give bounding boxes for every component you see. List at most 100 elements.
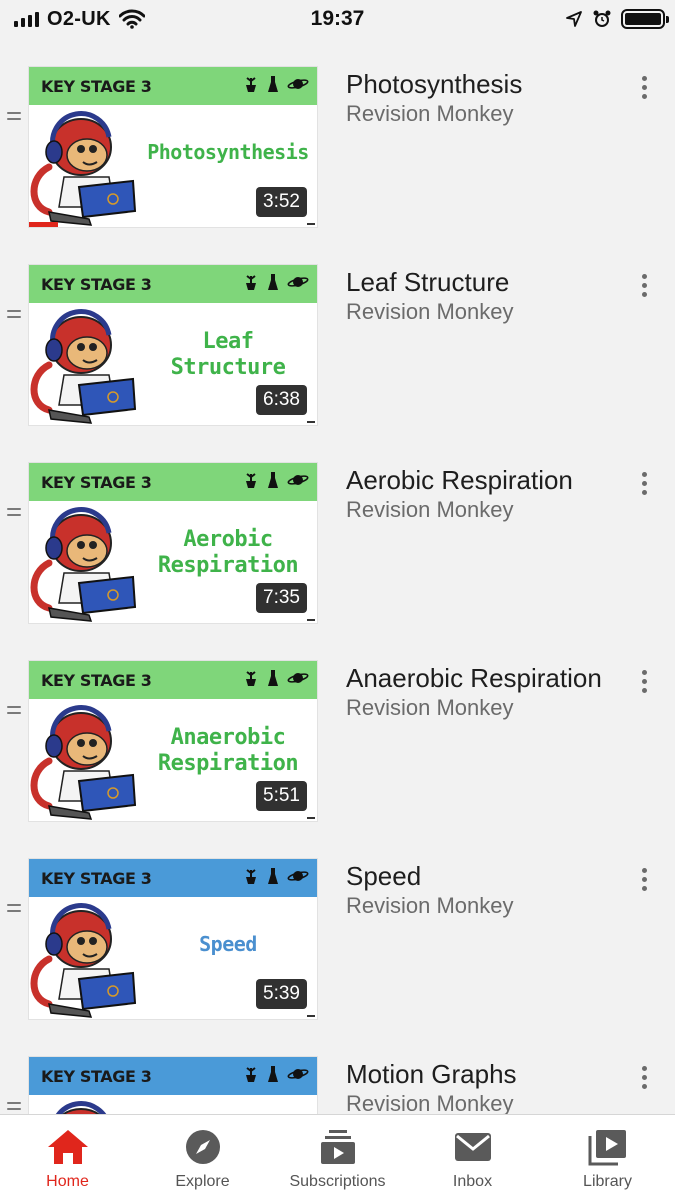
tab-home[interactable]: Home <box>0 1115 135 1200</box>
subject-icons <box>243 669 309 687</box>
tab-label: Explore <box>175 1173 230 1190</box>
tab-library[interactable]: Library <box>540 1115 675 1200</box>
tab-explore[interactable]: Explore <box>135 1115 270 1200</box>
channel-name: Revision Monkey <box>346 695 514 720</box>
planet-icon <box>287 673 309 683</box>
key-stage-label: KEY STAGE 3 <box>41 1067 152 1086</box>
plant-icon <box>246 473 256 488</box>
thumbnail-banner: KEY STAGE 3 <box>29 67 317 105</box>
plant-icon <box>246 77 256 92</box>
flask-icon <box>268 274 278 290</box>
video-info[interactable]: Aerobic Respiration Revision Monkey <box>346 464 626 524</box>
monkey-mascot-illustration <box>30 705 137 820</box>
video-list-item[interactable]: KEY STAGE 3 Photosynthesis 3:52 Photosynthe… <box>0 38 675 228</box>
video-list-item[interactable]: KEY STAGE 3 Anaerobic Respiration 5:51 Anaer… <box>0 632 675 822</box>
video-list-item[interactable]: KEY STAGE 3 Leaf Structure 6:38 Leaf Structu… <box>0 236 675 426</box>
flask-icon <box>268 1066 278 1082</box>
video-title[interactable]: Speed <box>346 860 626 892</box>
thumbnail-banner: KEY STAGE 3 <box>29 859 317 897</box>
thumbnail-banner: KEY STAGE 3 <box>29 463 317 501</box>
tab-subscriptions[interactable]: Subscriptions <box>270 1115 405 1200</box>
key-stage-label: KEY STAGE 3 <box>41 869 152 888</box>
subject-icons <box>243 273 309 291</box>
video-info[interactable]: Photosynthesis Revision Monkey <box>346 68 626 128</box>
planet-icon <box>287 871 309 881</box>
thumbnail-title-line: Speed <box>199 932 257 956</box>
drag-handle-icon[interactable] <box>7 904 21 914</box>
drag-handle-icon[interactable] <box>7 706 21 716</box>
video-thumbnail[interactable]: KEY STAGE 3 Aerobic Respiration 7:35 <box>28 462 318 624</box>
thumbnail-title: Photosynthesis <box>145 139 311 165</box>
thumbnail-title-line: Aerobic <box>183 527 273 552</box>
video-title[interactable]: Photosynthesis <box>346 68 626 100</box>
more-options-icon[interactable] <box>634 72 654 102</box>
monkey-mascot-illustration <box>30 309 137 424</box>
plant-icon <box>246 275 256 290</box>
monkey-mascot-illustration <box>30 507 137 622</box>
planet-icon <box>287 277 309 287</box>
plant-icon <box>246 1067 256 1082</box>
channel-name: Revision Monkey <box>346 299 514 324</box>
video-title[interactable]: Anaerobic Respiration <box>346 662 626 694</box>
flask-icon <box>268 670 278 686</box>
duration-badge: 5:51 <box>256 781 307 811</box>
video-list-item[interactable]: KEY STAGE 3 Motion Graphs Revision Monkey <box>0 1028 675 1114</box>
monkey-mascot-illustration <box>55 1101 106 1114</box>
thumbnail-title: Speed <box>145 931 311 957</box>
flask-icon <box>268 868 278 884</box>
plant-icon <box>246 869 256 884</box>
monkey-mascot-illustration <box>30 903 137 1018</box>
planet-icon <box>287 475 309 485</box>
library-icon <box>586 1127 630 1167</box>
video-thumbnail[interactable]: KEY STAGE 3 Anaerobic Respiration 5:51 <box>28 660 318 822</box>
duration-badge: 3:52 <box>256 187 307 217</box>
thumbnail-title-line: Respiration <box>157 751 299 776</box>
key-stage-label: KEY STAGE 3 <box>41 473 152 492</box>
drag-handle-icon[interactable] <box>7 508 21 518</box>
thumbnail-title-line: Respiration <box>157 553 299 578</box>
tab-label: Subscriptions <box>289 1173 386 1190</box>
subject-icons <box>243 471 309 489</box>
subject-icons <box>243 75 309 93</box>
home-icon <box>46 1127 90 1167</box>
plant-icon <box>246 671 256 686</box>
status-bar: O2-UK 19:37 <box>0 0 675 38</box>
more-options-icon[interactable] <box>634 270 654 300</box>
duration-badge: 7:35 <box>256 583 307 613</box>
video-info[interactable]: Leaf Structure Revision Monkey <box>346 266 626 326</box>
more-options-icon[interactable] <box>634 1062 654 1092</box>
video-info[interactable]: Motion Graphs Revision Monkey <box>346 1058 626 1114</box>
video-thumbnail[interactable]: KEY STAGE 3 Speed 5:39 <box>28 858 318 1020</box>
video-title[interactable]: Aerobic Respiration <box>346 464 626 496</box>
video-title[interactable]: Leaf Structure <box>346 266 626 298</box>
tab-inbox[interactable]: Inbox <box>405 1115 540 1200</box>
more-options-icon[interactable] <box>634 666 654 696</box>
drag-handle-icon[interactable] <box>7 310 21 320</box>
thumbnail-banner: KEY STAGE 3 <box>29 265 317 303</box>
more-options-icon[interactable] <box>634 468 654 498</box>
video-info[interactable]: Anaerobic Respiration Revision Monkey <box>346 662 626 722</box>
thumbnail-title-line: Anaerobic <box>170 725 286 750</box>
monkey-mascot-illustration <box>30 111 137 226</box>
more-options-icon[interactable] <box>634 864 654 894</box>
thumbnail-edge-mark <box>307 619 315 621</box>
alarm-icon <box>593 10 611 27</box>
video-thumbnail[interactable]: KEY STAGE 3 Photosynthesis 3:52 <box>28 66 318 228</box>
video-list-item[interactable]: KEY STAGE 3 Aerobic Respiration 7:35 Aerobic… <box>0 434 675 624</box>
playlist-video-list[interactable]: KEY STAGE 3 Photosynthesis 3:52 Photosynthe… <box>0 38 675 1114</box>
drag-handle-icon[interactable] <box>7 112 21 122</box>
thumbnail-title-line: Leaf <box>202 329 254 354</box>
compass-icon <box>181 1127 225 1167</box>
video-thumbnail[interactable]: KEY STAGE 3 Leaf Structure 6:38 <box>28 264 318 426</box>
thumbnail-edge-mark <box>307 223 315 225</box>
thumbnail-title: Aerobic Respiration <box>145 527 311 579</box>
video-title[interactable]: Motion Graphs <box>346 1058 626 1090</box>
video-list-item[interactable]: KEY STAGE 3 Speed 5:39 Speed Revision Monkey <box>0 830 675 1020</box>
drag-handle-icon[interactable] <box>7 1102 21 1112</box>
channel-name: Revision Monkey <box>346 497 514 522</box>
tab-label: Library <box>583 1173 632 1190</box>
video-info[interactable]: Speed Revision Monkey <box>346 860 626 920</box>
thumbnail-title-line: Structure <box>170 355 286 380</box>
video-thumbnail[interactable]: KEY STAGE 3 <box>28 1056 318 1114</box>
thumbnail-edge-mark <box>307 421 315 423</box>
